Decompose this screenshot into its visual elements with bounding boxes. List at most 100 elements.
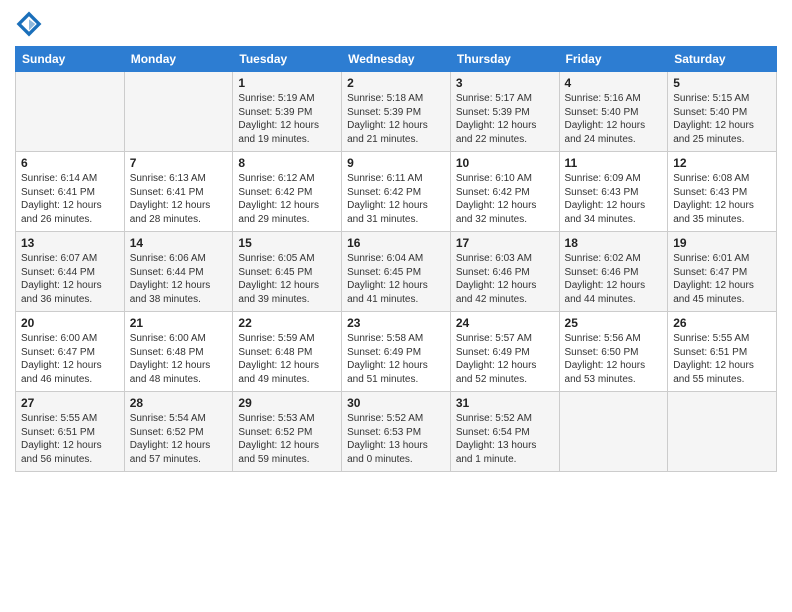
calendar-cell: 19 Sunrise: 6:01 AMSunset: 6:47 PMDayligh…	[668, 232, 777, 312]
cell-info: Sunrise: 6:09 AMSunset: 6:43 PMDaylight:…	[565, 172, 663, 226]
calendar-cell: 21 Sunrise: 6:00 AMSunset: 6:48 PMDayligh…	[124, 312, 233, 392]
cell-day-number: 13	[21, 236, 119, 250]
cell-info: Sunrise: 6:13 AMSunset: 6:41 PMDaylight:…	[130, 172, 228, 226]
calendar-cell: 28 Sunrise: 5:54 AMSunset: 6:52 PMDayligh…	[124, 392, 233, 472]
cell-info: Sunrise: 6:10 AMSunset: 6:42 PMDaylight:…	[456, 172, 554, 226]
cell-info: Sunrise: 5:53 AMSunset: 6:52 PMDaylight:…	[238, 412, 336, 466]
weekday-header-wednesday: Wednesday	[342, 47, 451, 72]
calendar-cell: 12Sunrise: 6:08 AMSunset: 6:43 PMDayligh…	[668, 152, 777, 232]
cell-info: Sunrise: 5:17 AMSunset: 5:39 PMDaylight:…	[456, 92, 554, 146]
cell-day-number: 1	[238, 76, 336, 90]
calendar-cell	[559, 392, 668, 472]
cell-day-number: 24	[456, 316, 554, 330]
cell-info: Sunrise: 6:02 AMSunset: 6:46 PMDaylight:…	[565, 252, 663, 306]
calendar-cell: 23Sunrise: 5:58 AMSunset: 6:49 PMDayligh…	[342, 312, 451, 392]
cell-day-number: 3	[456, 76, 554, 90]
cell-info: Sunrise: 5:57 AMSunset: 6:49 PMDaylight:…	[456, 332, 554, 386]
calendar-cell: 25 Sunrise: 5:56 AMSunset: 6:50 PMDayligh…	[559, 312, 668, 392]
calendar-cell: 30 Sunrise: 5:52 AMSunset: 6:53 PMDayligh…	[342, 392, 451, 472]
cell-day-number: 30	[347, 396, 445, 410]
calendar-cell: 7 Sunrise: 6:13 AMSunset: 6:41 PMDaylight…	[124, 152, 233, 232]
cell-info: Sunrise: 6:07 AMSunset: 6:44 PMDaylight:…	[21, 252, 119, 306]
calendar-cell: 6 Sunrise: 6:14 AMSunset: 6:41 PMDaylight…	[16, 152, 125, 232]
cell-day-number: 5	[673, 76, 771, 90]
calendar-cell: 4Sunrise: 5:16 AMSunset: 5:40 PMDaylight…	[559, 72, 668, 152]
calendar-cell: 9 Sunrise: 6:11 AMSunset: 6:42 PMDaylight…	[342, 152, 451, 232]
cell-day-number: 12	[673, 156, 771, 170]
cell-info: Sunrise: 6:00 AMSunset: 6:48 PMDaylight:…	[130, 332, 228, 386]
calendar-week-row: 13 Sunrise: 6:07 AMSunset: 6:44 PMDayligh…	[16, 232, 777, 312]
cell-day-number: 20	[21, 316, 119, 330]
cell-day-number: 16	[347, 236, 445, 250]
cell-info: Sunrise: 6:03 AMSunset: 6:46 PMDaylight:…	[456, 252, 554, 306]
cell-day-number: 9	[347, 156, 445, 170]
cell-info: Sunrise: 5:52 AMSunset: 6:53 PMDaylight:…	[347, 412, 445, 466]
cell-day-number: 19	[673, 236, 771, 250]
cell-info: Sunrise: 6:12 AMSunset: 6:42 PMDaylight:…	[238, 172, 336, 226]
calendar-cell	[668, 392, 777, 472]
calendar-cell: 8 Sunrise: 6:12 AMSunset: 6:42 PMDaylight…	[233, 152, 342, 232]
cell-day-number: 28	[130, 396, 228, 410]
calendar-week-row: 27Sunrise: 5:55 AMSunset: 6:51 PMDayligh…	[16, 392, 777, 472]
calendar-cell: 27Sunrise: 5:55 AMSunset: 6:51 PMDayligh…	[16, 392, 125, 472]
calendar-cell: 17 Sunrise: 6:03 AMSunset: 6:46 PMDayligh…	[450, 232, 559, 312]
cell-day-number: 25	[565, 316, 663, 330]
cell-info: Sunrise: 5:56 AMSunset: 6:50 PMDaylight:…	[565, 332, 663, 386]
weekday-header-sunday: Sunday	[16, 47, 125, 72]
calendar-cell: 5 Sunrise: 5:15 AMSunset: 5:40 PMDaylight…	[668, 72, 777, 152]
cell-info: Sunrise: 5:59 AMSunset: 6:48 PMDaylight:…	[238, 332, 336, 386]
calendar-cell: 10Sunrise: 6:10 AMSunset: 6:42 PMDayligh…	[450, 152, 559, 232]
cell-info: Sunrise: 5:15 AMSunset: 5:40 PMDaylight:…	[673, 92, 771, 146]
cell-info: Sunrise: 5:55 AMSunset: 6:51 PMDaylight:…	[673, 332, 771, 386]
calendar-cell	[16, 72, 125, 152]
calendar-cell: 13 Sunrise: 6:07 AMSunset: 6:44 PMDayligh…	[16, 232, 125, 312]
logo-icon	[15, 10, 43, 38]
cell-info: Sunrise: 6:00 AMSunset: 6:47 PMDaylight:…	[21, 332, 119, 386]
page: SundayMondayTuesdayWednesdayThursdayFrid…	[0, 0, 792, 612]
cell-info: Sunrise: 5:54 AMSunset: 6:52 PMDaylight:…	[130, 412, 228, 466]
calendar-cell	[124, 72, 233, 152]
cell-info: Sunrise: 5:16 AMSunset: 5:40 PMDaylight:…	[565, 92, 663, 146]
calendar-cell: 1Sunrise: 5:19 AMSunset: 5:39 PMDaylight…	[233, 72, 342, 152]
cell-info: Sunrise: 5:58 AMSunset: 6:49 PMDaylight:…	[347, 332, 445, 386]
cell-day-number: 2	[347, 76, 445, 90]
calendar-cell: 20 Sunrise: 6:00 AMSunset: 6:47 PMDayligh…	[16, 312, 125, 392]
weekday-header-monday: Monday	[124, 47, 233, 72]
cell-day-number: 17	[456, 236, 554, 250]
calendar-week-row: 6 Sunrise: 6:14 AMSunset: 6:41 PMDaylight…	[16, 152, 777, 232]
cell-day-number: 21	[130, 316, 228, 330]
cell-day-number: 11	[565, 156, 663, 170]
weekday-header-friday: Friday	[559, 47, 668, 72]
cell-day-number: 22	[238, 316, 336, 330]
calendar-body: 1Sunrise: 5:19 AMSunset: 5:39 PMDaylight…	[16, 72, 777, 472]
cell-info: Sunrise: 5:18 AMSunset: 5:39 PMDaylight:…	[347, 92, 445, 146]
cell-info: Sunrise: 6:04 AMSunset: 6:45 PMDaylight:…	[347, 252, 445, 306]
calendar-table: SundayMondayTuesdayWednesdayThursdayFrid…	[15, 46, 777, 472]
cell-day-number: 18	[565, 236, 663, 250]
weekday-header-thursday: Thursday	[450, 47, 559, 72]
calendar-cell: 18 Sunrise: 6:02 AMSunset: 6:46 PMDayligh…	[559, 232, 668, 312]
logo	[15, 10, 47, 38]
cell-day-number: 6	[21, 156, 119, 170]
cell-info: Sunrise: 6:11 AMSunset: 6:42 PMDaylight:…	[347, 172, 445, 226]
weekday-header-saturday: Saturday	[668, 47, 777, 72]
calendar-cell: 11 Sunrise: 6:09 AMSunset: 6:43 PMDayligh…	[559, 152, 668, 232]
calendar-week-row: 20 Sunrise: 6:00 AMSunset: 6:47 PMDayligh…	[16, 312, 777, 392]
cell-day-number: 27	[21, 396, 119, 410]
calendar-cell: 16 Sunrise: 6:04 AMSunset: 6:45 PMDayligh…	[342, 232, 451, 312]
weekday-row: SundayMondayTuesdayWednesdayThursdayFrid…	[16, 47, 777, 72]
cell-info: Sunrise: 6:01 AMSunset: 6:47 PMDaylight:…	[673, 252, 771, 306]
calendar-cell: 31 Sunrise: 5:52 AMSunset: 6:54 PMDayligh…	[450, 392, 559, 472]
cell-day-number: 7	[130, 156, 228, 170]
cell-day-number: 8	[238, 156, 336, 170]
calendar-cell: 26Sunrise: 5:55 AMSunset: 6:51 PMDayligh…	[668, 312, 777, 392]
calendar-cell: 14Sunrise: 6:06 AMSunset: 6:44 PMDayligh…	[124, 232, 233, 312]
calendar-cell: 29Sunrise: 5:53 AMSunset: 6:52 PMDayligh…	[233, 392, 342, 472]
cell-info: Sunrise: 6:14 AMSunset: 6:41 PMDaylight:…	[21, 172, 119, 226]
cell-info: Sunrise: 5:52 AMSunset: 6:54 PMDaylight:…	[456, 412, 554, 466]
cell-day-number: 31	[456, 396, 554, 410]
calendar-cell: 22 Sunrise: 5:59 AMSunset: 6:48 PMDayligh…	[233, 312, 342, 392]
calendar-header: SundayMondayTuesdayWednesdayThursdayFrid…	[16, 47, 777, 72]
calendar-week-row: 1Sunrise: 5:19 AMSunset: 5:39 PMDaylight…	[16, 72, 777, 152]
header	[15, 10, 777, 38]
